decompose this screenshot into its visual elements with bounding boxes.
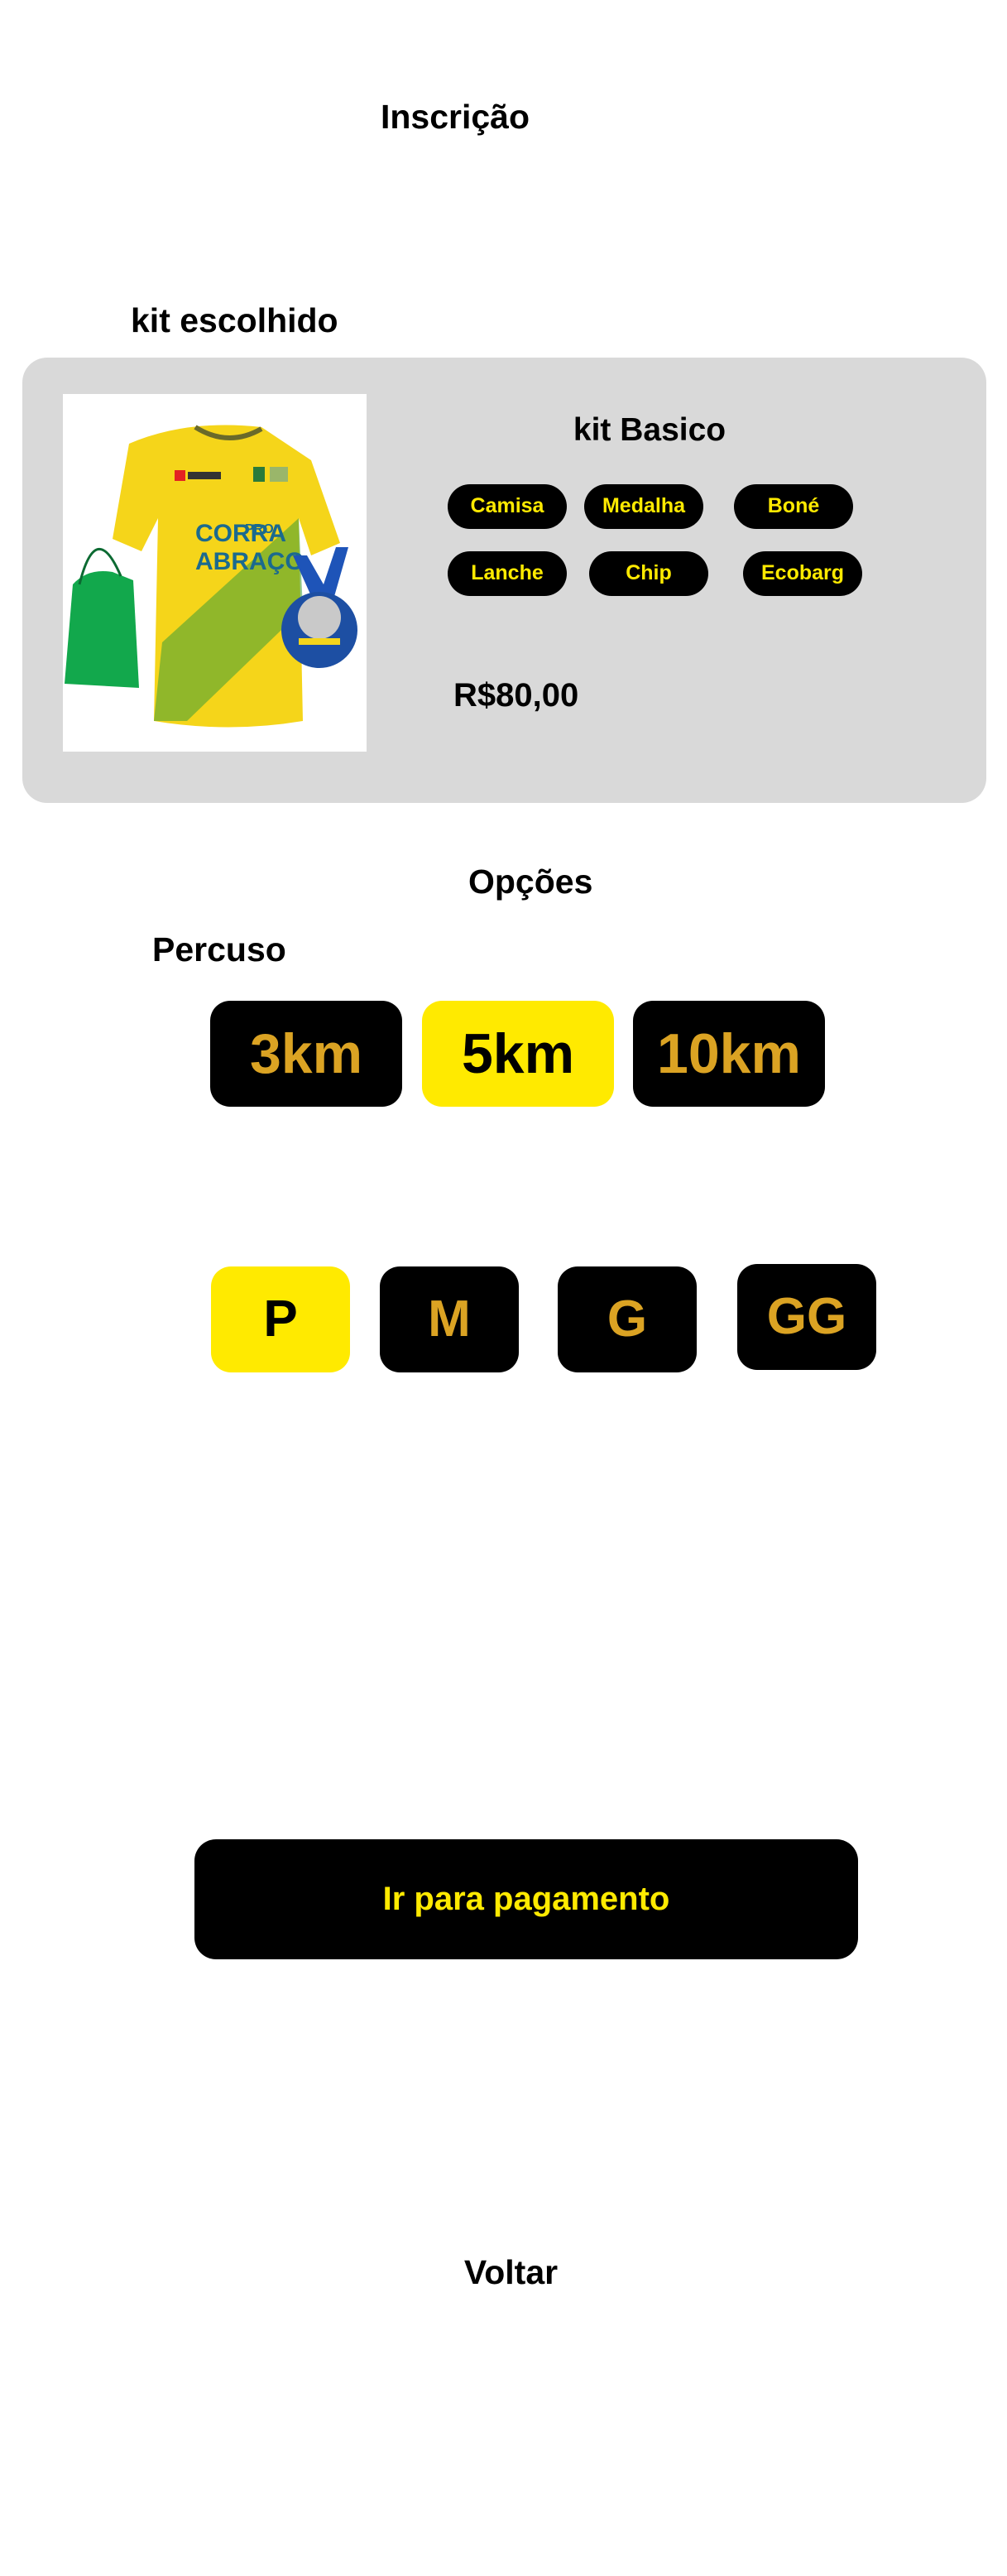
- size-option-m[interactable]: M: [380, 1266, 519, 1372]
- kit-price: R$80,00: [453, 677, 579, 714]
- route-label: Percuso: [152, 930, 286, 968]
- page-title: Inscrição: [380, 98, 530, 136]
- back-link[interactable]: Voltar: [0, 2253, 1007, 2292]
- shirt-text-2: ABRAÇO: [195, 548, 304, 575]
- kit-item-lanche: Lanche: [448, 551, 567, 596]
- kit-item-bone: Boné: [734, 484, 853, 529]
- kit-name: kit Basico: [573, 412, 726, 448]
- distance-option-10km[interactable]: 10km: [633, 1001, 825, 1107]
- kit-illustration: CORRA PRO ABRAÇO: [65, 425, 357, 728]
- kit-item-medalha: Medalha: [584, 484, 703, 529]
- distance-option-5km[interactable]: 5km: [422, 1001, 614, 1107]
- size-option-p[interactable]: P: [211, 1266, 350, 1372]
- size-option-gg[interactable]: GG: [737, 1264, 876, 1370]
- distance-option-3km[interactable]: 3km: [210, 1001, 402, 1107]
- options-heading: Opções: [468, 863, 593, 901]
- shirt-text-small: PRO: [245, 522, 274, 536]
- pay-button[interactable]: Ir para pagamento: [194, 1839, 858, 1959]
- kit-heading: kit escolhido: [131, 301, 338, 339]
- kit-item-camisa: Camisa: [448, 484, 567, 529]
- kit-image: CORRA PRO ABRAÇO: [63, 394, 367, 752]
- kit-item-chip: Chip: [589, 551, 708, 596]
- size-option-g[interactable]: G: [558, 1266, 697, 1372]
- kit-item-ecobarg: Ecobarg: [743, 551, 862, 596]
